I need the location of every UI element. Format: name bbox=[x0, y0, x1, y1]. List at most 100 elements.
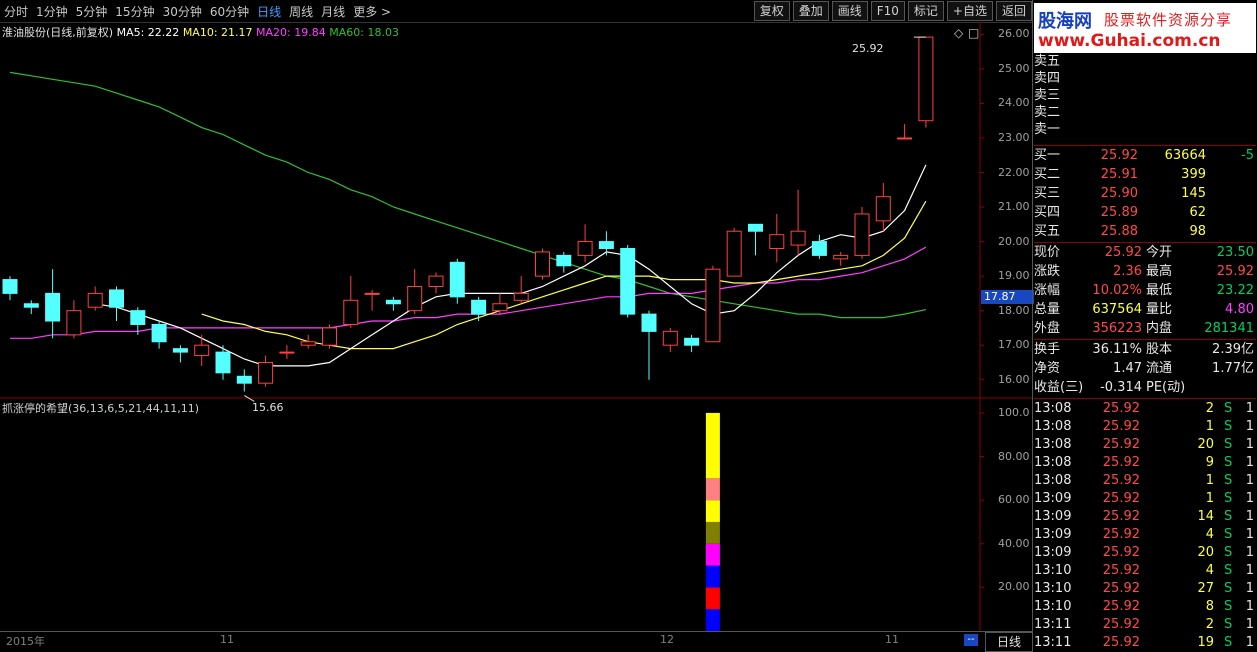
stat-label: 量比 bbox=[1146, 302, 1173, 317]
tick-volume: 8 bbox=[1205, 599, 1214, 614]
tick-price: 25.92 bbox=[1102, 545, 1140, 560]
tick-time: 13:09 bbox=[1034, 491, 1072, 506]
tick-volume: 4 bbox=[1205, 527, 1214, 542]
stat-label: 现价 bbox=[1034, 245, 1061, 260]
stat-label: 净资 bbox=[1034, 361, 1061, 376]
tick-row: 13:08 25.92 2 S 1 bbox=[1034, 400, 1256, 418]
stat-value: 23.22 bbox=[1216, 283, 1254, 298]
tick-price: 25.92 bbox=[1102, 581, 1140, 596]
price-cursor-label: 17.87 bbox=[981, 290, 1034, 304]
tick-time: 13:09 bbox=[1034, 545, 1072, 560]
tick-price: 25.92 bbox=[1102, 419, 1140, 434]
candle-body bbox=[471, 299, 487, 315]
time-label-jan: 11 bbox=[885, 633, 899, 646]
candle-body bbox=[364, 292, 380, 295]
ma5-line bbox=[95, 164, 927, 367]
tick-side: S bbox=[1224, 455, 1233, 470]
tick-volume: 19 bbox=[1197, 635, 1214, 650]
indicator-bar-segment bbox=[705, 412, 720, 479]
buy-level-row: 买一 25.92 63664 -5 bbox=[1034, 147, 1256, 165]
candle-body bbox=[172, 348, 188, 353]
scroll-button[interactable]: -- bbox=[964, 634, 978, 646]
tick-row: 13:10 25.92 8 S 1 bbox=[1034, 598, 1256, 616]
buy-change: -5 bbox=[1241, 148, 1254, 163]
buy-level-row: 买四 25.89 62 bbox=[1034, 204, 1256, 222]
candle-body bbox=[854, 213, 870, 256]
tick-count: 1 bbox=[1245, 545, 1254, 560]
tick-volume: 1 bbox=[1205, 491, 1214, 506]
stat-value: 1.47 bbox=[1113, 361, 1142, 376]
tick-row: 13:10 25.92 4 S 1 bbox=[1034, 562, 1256, 580]
tick-side: S bbox=[1224, 545, 1233, 560]
tick-row: 13:09 25.92 1 S 1 bbox=[1034, 490, 1256, 508]
ma20-line bbox=[10, 246, 927, 339]
stat-row: 总量 637564 量比 4.80 bbox=[1034, 301, 1256, 319]
candle-body bbox=[151, 323, 167, 343]
tick-row: 13:08 25.92 9 S 1 bbox=[1034, 454, 1256, 472]
candle-body bbox=[662, 330, 678, 346]
stat-label: 涨跌 bbox=[1034, 264, 1061, 279]
stat-label: 内盘 bbox=[1146, 321, 1173, 336]
tick-count: 1 bbox=[1245, 473, 1254, 488]
stat-label: 股本 bbox=[1146, 342, 1173, 357]
candle-body bbox=[684, 337, 700, 346]
candle-body bbox=[641, 313, 657, 332]
tick-row: 13:09 25.92 4 S 1 bbox=[1034, 526, 1256, 544]
buy-level-label: 买三 bbox=[1034, 186, 1061, 201]
candle-body bbox=[811, 241, 827, 256]
candle-body bbox=[407, 285, 423, 312]
tick-volume: 20 bbox=[1197, 545, 1214, 560]
stat-value: 25.92 bbox=[1216, 264, 1254, 279]
buy-volume: 399 bbox=[1181, 167, 1206, 182]
stat-row: 现价 25.92 今开 23.50 bbox=[1034, 244, 1256, 262]
panel-divider bbox=[1034, 398, 1256, 399]
tick-time: 13:08 bbox=[1034, 437, 1072, 452]
stat2-row: 净资 1.47 流通 1.77亿 bbox=[1034, 360, 1256, 378]
sell-level-row: 卖一 bbox=[1034, 121, 1256, 139]
stat-label: 最低 bbox=[1146, 283, 1173, 298]
tick-volume: 1 bbox=[1205, 419, 1214, 434]
tick-count: 1 bbox=[1245, 509, 1254, 524]
tick-volume: 4 bbox=[1205, 563, 1214, 578]
tick-side: S bbox=[1224, 563, 1233, 578]
tick-time: 13:11 bbox=[1034, 635, 1072, 650]
tick-price: 25.92 bbox=[1102, 437, 1140, 452]
stat-value: 2.39亿 bbox=[1212, 342, 1254, 357]
tick-volume: 2 bbox=[1205, 401, 1214, 416]
tick-row: 13:11 25.92 19 S 1 bbox=[1034, 634, 1256, 652]
tick-side: S bbox=[1224, 437, 1233, 452]
candle-body bbox=[258, 361, 274, 384]
tick-volume: 14 bbox=[1197, 509, 1214, 524]
candle-body bbox=[790, 230, 806, 246]
tick-volume: 2 bbox=[1205, 617, 1214, 632]
tick-row: 13:11 25.92 2 S 1 bbox=[1034, 616, 1256, 634]
candle-body bbox=[45, 292, 61, 322]
candle-body bbox=[322, 327, 337, 346]
buy-volume: 62 bbox=[1189, 205, 1206, 220]
stat-value: 2.36 bbox=[1113, 264, 1142, 279]
tick-time: 13:08 bbox=[1034, 455, 1072, 470]
sell-level-label: 卖三 bbox=[1034, 88, 1061, 103]
candle-body bbox=[918, 36, 934, 122]
period-indicator-button[interactable]: 日线 bbox=[985, 632, 1033, 652]
tick-row: 13:08 25.92 1 S 1 bbox=[1034, 472, 1256, 490]
candle-body bbox=[875, 196, 891, 222]
indicator-bar-segment bbox=[705, 587, 720, 610]
time-label-dec: 12 bbox=[660, 633, 674, 646]
candle-body bbox=[513, 292, 529, 301]
kline-chart[interactable] bbox=[0, 0, 1032, 651]
stat-label: 流通 bbox=[1146, 361, 1173, 376]
stat-label: 外盘 bbox=[1034, 321, 1061, 336]
stat-value: 10.02% bbox=[1092, 283, 1142, 298]
indicator-bar-segment bbox=[705, 521, 720, 544]
tick-time: 13:11 bbox=[1034, 617, 1072, 632]
stat-value: 23.50 bbox=[1216, 245, 1254, 260]
stat-value: 4.80 bbox=[1225, 302, 1254, 317]
candle-body bbox=[577, 241, 593, 256]
sell-level-label: 卖一 bbox=[1034, 122, 1061, 137]
tick-time: 13:10 bbox=[1034, 563, 1072, 578]
tick-side: S bbox=[1224, 491, 1233, 506]
tick-price: 25.92 bbox=[1102, 491, 1140, 506]
tick-count: 1 bbox=[1245, 437, 1254, 452]
tick-time: 13:10 bbox=[1034, 599, 1072, 614]
